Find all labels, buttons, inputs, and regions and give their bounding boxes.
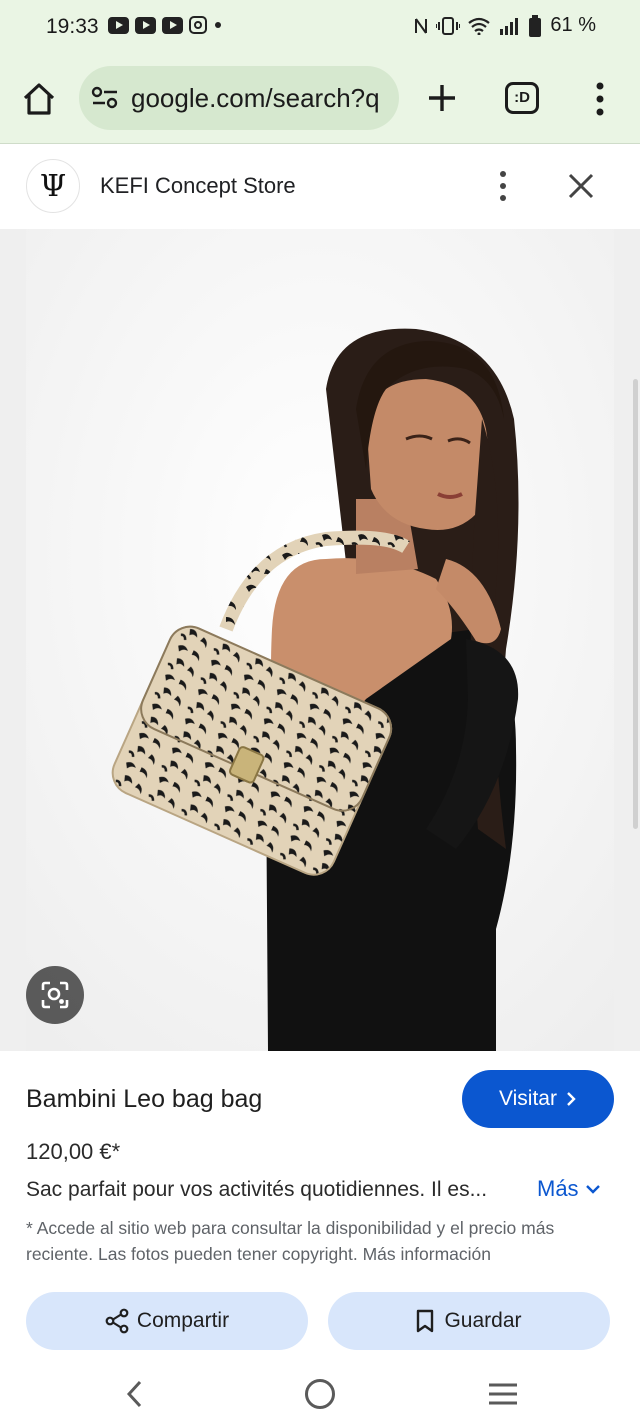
product-description: Sac parfait pour vos activités quotidien… [26,1178,488,1201]
back-nav-icon[interactable] [122,1379,148,1409]
wifi-icon [468,17,491,35]
store-logo[interactable]: Ψ [26,159,80,213]
more-options-icon[interactable] [494,169,512,203]
more-link[interactable]: Más [537,1176,601,1202]
store-name[interactable]: KEFI Concept Store [100,173,296,199]
google-lens-button[interactable] [26,966,84,1024]
recent-apps-icon[interactable] [488,1382,518,1406]
status-time: 19:33 [46,15,99,38]
youtube-icon [108,16,129,34]
instagram-icon [189,16,207,34]
signal-icon [500,17,519,35]
notification-icons [108,16,221,34]
model-with-bag-illustration [26,229,614,1051]
address-bar[interactable]: google.com/search?q [79,66,399,130]
bookmark-icon [417,1309,434,1333]
browser-menu-button[interactable] [591,80,609,118]
nfc-icon [415,17,428,34]
store-logo-glyph: Ψ [39,168,67,204]
status-bar: 19:33 61 % [0,0,640,54]
share-button[interactable]: Compartir [26,1292,308,1350]
vibrate-icon [436,16,461,35]
share-button-label: Compartir [136,1309,230,1332]
url-text: google.com/search?q [131,83,380,113]
product-photo[interactable] [26,229,614,1051]
chevron-right-icon [567,1092,576,1106]
home-nav-icon[interactable] [305,1379,335,1409]
youtube-icon [162,16,183,34]
battery-icon [529,14,542,37]
lens-search-icon [41,981,69,1009]
close-icon[interactable] [566,171,596,201]
share-icon [105,1308,129,1334]
new-tab-button[interactable] [424,80,460,116]
product-title: Bambini Leo bag bag [26,1085,263,1113]
product-price: 120,00 €* [26,1139,121,1164]
product-details: Bambini Leo bag bag Visitar 120,00 €* Sa… [0,1051,640,1428]
source-header: Ψ KEFI Concept Store [0,145,640,229]
home-button[interactable] [20,80,58,118]
site-settings-icon[interactable] [91,86,119,110]
tab-switcher-button[interactable]: :D [505,82,539,114]
save-button[interactable]: Guardar [328,1292,610,1350]
visit-button-label: Visitar [499,1087,557,1110]
notification-dot-icon [215,22,221,28]
chevron-down-icon [585,1185,600,1194]
battery-percent: 61 % [550,14,596,36]
save-button-label: Guardar [444,1309,522,1332]
browser-toolbar: google.com/search?q :D [0,54,640,144]
more-link-label: Más [537,1176,579,1201]
image-viewer [0,229,640,1051]
youtube-icon [135,16,156,34]
visit-button[interactable]: Visitar [462,1070,614,1128]
panel-scrollbar[interactable] [633,379,638,829]
disclaimer-text: * Accede al sitio web para consultar la … [26,1218,555,1264]
system-icons: 61 % [414,14,596,37]
